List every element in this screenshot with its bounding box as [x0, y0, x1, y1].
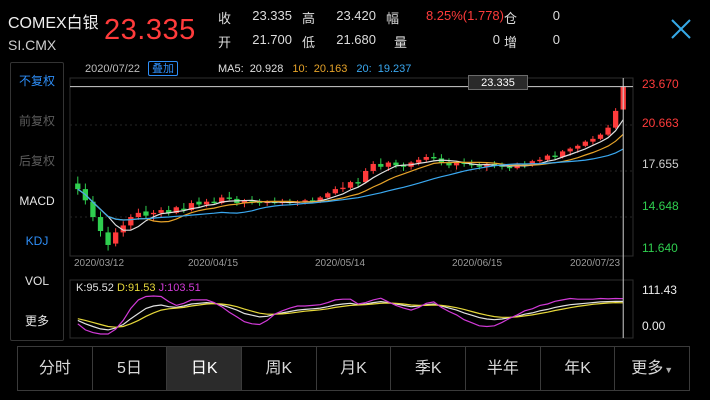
candle-body: [211, 201, 217, 204]
x-tick-label: 2020/03/12: [74, 258, 125, 269]
candle-body: [128, 217, 134, 226]
candle-body: [135, 212, 142, 218]
ma5-line: [77, 119, 624, 231]
candle-body: [347, 182, 354, 188]
kdj-legend: K:95.52 D:91.53 J:103.51: [76, 282, 201, 294]
period-tabs: 分时 5日 日K 周K 月K 季K 半年 年K 更多▼: [17, 346, 690, 391]
candle-body: [332, 189, 339, 194]
tab-daily-k[interactable]: 日K: [167, 347, 243, 390]
ma-legend: MA5: 20.928 10: 20.163 20: 19.237: [218, 63, 417, 75]
tab-more[interactable]: 更多▼: [615, 347, 689, 390]
candle-body: [612, 110, 619, 128]
candle-body: [393, 162, 399, 166]
main-chart-frame: [69, 77, 634, 257]
tab-yearly-k[interactable]: 年K: [541, 347, 616, 390]
ma5-value: 20.928: [249, 63, 284, 75]
y-tick-label: 20.663: [642, 116, 679, 130]
x-tick-label: 2020/06/15: [452, 258, 503, 269]
kdj-j-value: J:103.51: [158, 282, 201, 294]
x-tick-label: 2020/04/15: [188, 258, 239, 269]
candle-body: [605, 127, 611, 135]
ma20-value: 19.237: [377, 63, 412, 75]
y-tick-label: 14.648: [642, 199, 679, 213]
kdj-tick-label: 0.00: [642, 319, 666, 333]
candle-body: [582, 141, 588, 146]
kdj-tick-label: 111.43: [642, 283, 677, 297]
kdj-d-value: D:91.53: [116, 282, 156, 294]
tab-weekly-k[interactable]: 周K: [242, 347, 317, 390]
candle-body: [105, 232, 111, 245]
candle-body: [575, 145, 581, 149]
candle-body: [340, 187, 346, 190]
tab-5day[interactable]: 5日: [93, 347, 168, 390]
x-tick-label: 2020/05/14: [315, 258, 366, 269]
tab-intraday[interactable]: 分时: [18, 347, 93, 390]
y-tick-label: 11.640: [642, 241, 678, 255]
candle-body: [150, 212, 157, 215]
y-tick-label: 23.670: [642, 77, 679, 91]
candle-body: [537, 159, 543, 162]
overlay-button[interactable]: 叠加: [148, 61, 178, 76]
candle-body: [597, 134, 604, 139]
kdj-d-line: [77, 301, 624, 328]
candle-body: [552, 155, 558, 157]
candle-body: [226, 197, 232, 199]
ma5-label: MA5:: [218, 63, 244, 75]
candle-body: [423, 156, 429, 160]
tab-halfyear-k[interactable]: 半年: [466, 347, 541, 390]
candle-body: [385, 162, 392, 167]
kdj-k-value: K:95.52: [76, 282, 114, 294]
crosshair-date: 2020/07/22: [85, 63, 141, 75]
ma10-value: 20.163: [313, 63, 348, 75]
y-tick-label: 17.655: [642, 157, 679, 171]
candle-body: [158, 210, 164, 213]
ma20-label: 20:: [356, 63, 372, 75]
tab-monthly-k[interactable]: 月K: [317, 347, 392, 390]
candles-layer: [75, 85, 626, 251]
candle-body: [544, 155, 551, 160]
kdj-lines-layer: [77, 295, 624, 335]
candle-body: [567, 148, 573, 152]
kdj-j-line: [77, 295, 624, 335]
kline-chart[interactable]: [0, 0, 710, 400]
candle-body: [325, 193, 331, 198]
candle-body: [196, 201, 202, 205]
candle-body: [431, 156, 437, 159]
candle-body: [506, 166, 513, 169]
candle-body: [203, 201, 210, 205]
candle-body: [362, 170, 369, 183]
candle-body: [416, 159, 422, 163]
candle-body: [370, 163, 376, 171]
candle-body: [590, 138, 596, 142]
candle-body: [476, 165, 482, 167]
crosshair-price-tag: 23.335: [468, 75, 528, 90]
candle-body: [75, 183, 81, 190]
ma10-label: 10:: [292, 63, 308, 75]
ma10-line: [77, 133, 624, 223]
candle-body: [97, 217, 104, 232]
crosshair-layer: [70, 78, 633, 338]
candle-body: [355, 182, 361, 184]
candle-body: [378, 163, 384, 167]
caret-down-icon: ▼: [664, 365, 674, 375]
tab-more-label: 更多: [631, 360, 664, 377]
ma-lines-layer: [77, 119, 624, 231]
tab-quarterly-k[interactable]: 季K: [391, 347, 467, 390]
x-tick-label: 2020/07/23: [570, 258, 621, 269]
candle-body: [113, 232, 119, 244]
candle-body: [143, 211, 149, 216]
